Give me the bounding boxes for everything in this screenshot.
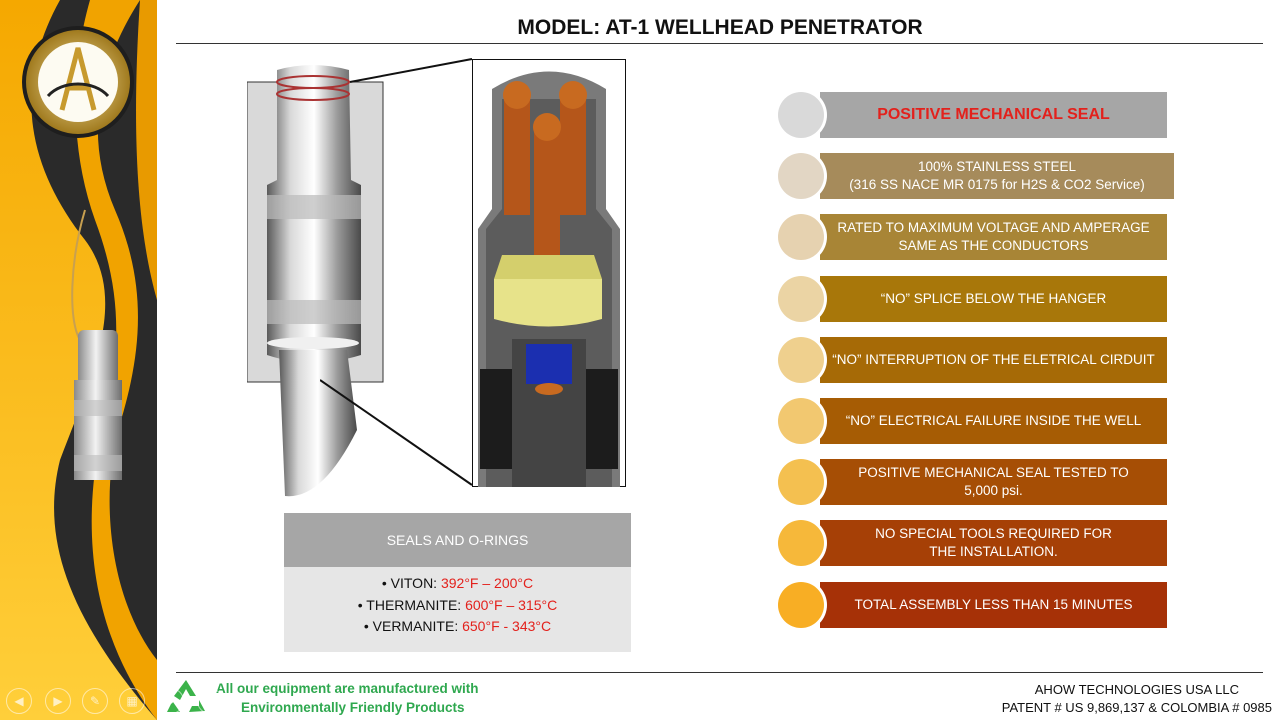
zoom-lines — [320, 58, 473, 486]
search-icon[interactable]: ⌕ — [158, 688, 184, 714]
feature-band: POSITIVE MECHANICAL SEAL TESTED TO 5,000… — [820, 459, 1167, 505]
feature-item: POSITIVE MECHANICAL SEAL — [778, 92, 1168, 138]
seal-item: • THERMANITE: 600°F – 315°C — [284, 595, 631, 617]
slides-icon[interactable]: ▦ — [119, 688, 145, 714]
seal-item: • VERMANITE: 650°F - 343°C — [284, 616, 631, 638]
company-info: AHOW TECHNOLOGIES USA LLC PATENT # US 9,… — [1002, 681, 1272, 717]
more-icon[interactable]: ⋯ — [197, 688, 223, 714]
feature-item: POSITIVE MECHANICAL SEAL TESTED TO 5,000… — [778, 459, 1168, 505]
feature-bullet — [778, 520, 824, 566]
seal-temp: 650°F - 343°C — [462, 618, 552, 634]
feature-band: NO SPECIAL TOOLS REQUIRED FOR THE INSTAL… — [820, 520, 1167, 566]
seal-item: • VITON: 392°F – 200°C — [284, 573, 631, 595]
feature-item: “NO” ELECTRICAL FAILURE INSIDE THE WELL — [778, 398, 1168, 444]
seals-header: SEALS AND O-RINGS — [284, 513, 631, 567]
seal-temp: 392°F – 200°C — [440, 575, 534, 591]
feature-band: “NO” ELECTRICAL FAILURE INSIDE THE WELL — [820, 398, 1167, 444]
feature-item: “NO” INTERRUPTION OF THE ELETRICAL CIRDU… — [778, 337, 1168, 383]
feature-bullet — [778, 153, 824, 199]
feature-bullet — [778, 337, 824, 383]
feature-item: RATED TO MAXIMUM VOLTAGE AND AMPERAGE SA… — [778, 214, 1168, 260]
feature-item: “NO” SPLICE BELOW THE HANGER — [778, 276, 1168, 322]
feature-item: 100% STAINLESS STEEL (316 SS NACE MR 017… — [778, 153, 1174, 199]
sidebar-art — [0, 0, 157, 720]
seal-temp: 600°F – 315°C — [465, 596, 558, 613]
feature-bullet — [778, 92, 824, 138]
eco-note: All our equipment are manufactured with … — [216, 679, 479, 717]
feature-band: “NO” INTERRUPTION OF THE ELETRICAL CIRDU… — [820, 337, 1167, 383]
feature-bullet — [778, 582, 824, 628]
company-name: AHOW TECHNOLOGIES USA LLC — [1034, 682, 1239, 697]
seal-name: • VITON: — [381, 575, 441, 591]
page-title: MODEL: AT-1 WELLHEAD PENETRATOR — [517, 16, 923, 39]
title-divider — [176, 43, 1263, 44]
patent-info: PATENT # US 9,869,137 & COLOMBIA # 0985 — [1001, 700, 1272, 715]
feature-bullet — [778, 459, 824, 505]
seal-name: • VERMANITE: — [363, 618, 463, 634]
sidebar-decoration — [0, 0, 157, 720]
feature-band: POSITIVE MECHANICAL SEAL — [820, 92, 1167, 138]
feature-band: “NO” SPLICE BELOW THE HANGER — [820, 276, 1167, 322]
footer-divider — [176, 672, 1263, 673]
seals-panel: SEALS AND O-RINGS • VITON: 392°F – 200°C… — [284, 513, 631, 652]
feature-item: TOTAL ASSEMBLY LESS THAN 15 MINUTES — [778, 582, 1168, 628]
feature-bullet — [778, 276, 824, 322]
feature-band: RATED TO MAXIMUM VOLTAGE AND AMPERAGE SA… — [820, 214, 1167, 260]
feature-band: 100% STAINLESS STEEL (316 SS NACE MR 017… — [820, 153, 1174, 199]
seals-list: • VITON: 392°F – 200°C • THERMANITE: 600… — [284, 567, 631, 638]
previous-icon[interactable]: ◀ — [6, 688, 32, 714]
feature-bullet — [778, 214, 824, 260]
seal-name: • THERMANITE: — [357, 596, 466, 613]
feature-item: NO SPECIAL TOOLS REQUIRED FOR THE INSTAL… — [778, 520, 1168, 566]
eco-line: Environmentally Friendly Products — [241, 700, 465, 715]
feature-band: TOTAL ASSEMBLY LESS THAN 15 MINUTES — [820, 582, 1167, 628]
next-icon[interactable]: ▶ — [45, 688, 71, 714]
feature-bullet — [778, 398, 824, 444]
eco-line: All our equipment are manufactured with — [216, 681, 479, 696]
pen-icon[interactable]: ✎ — [82, 688, 108, 714]
cutaway-view — [472, 59, 626, 487]
